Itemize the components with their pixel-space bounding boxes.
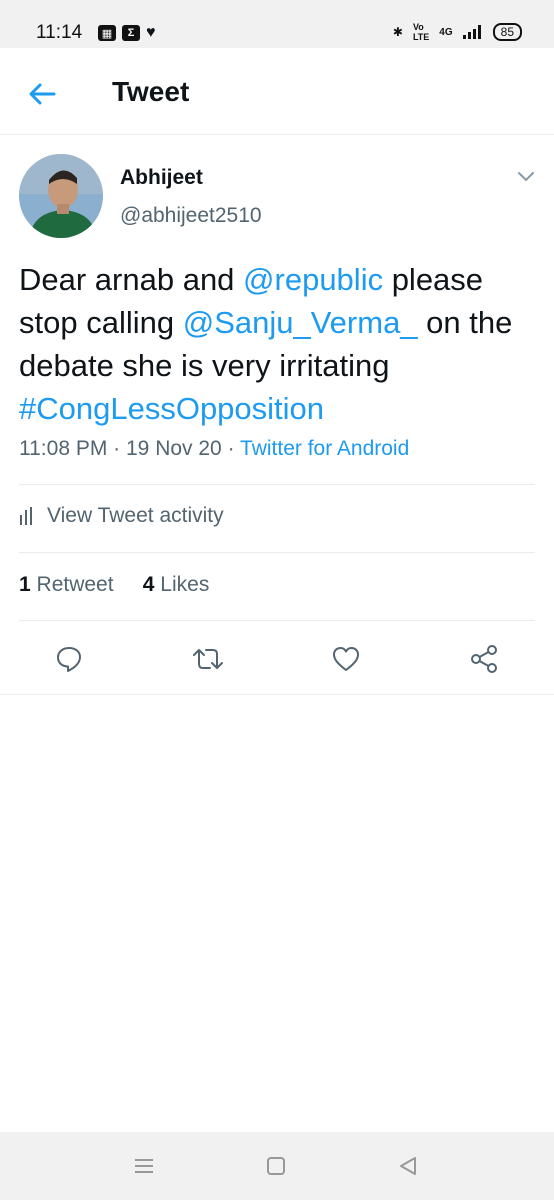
tweet-stats: 1 Retweet 4 Likes [19,573,209,597]
reply-button[interactable] [49,637,89,681]
meta-separator: · [113,437,126,460]
system-nav-bar [0,1132,554,1200]
bluetooth-icon: ✱ [392,25,403,39]
nav-home-button[interactable] [264,1154,292,1178]
avatar-image [19,154,103,238]
battery-icon: 85 [492,23,522,41]
tweet-options-button[interactable] [514,164,538,188]
sigma-app-icon: Σ [122,25,140,41]
top-bar: Tweet [0,48,554,135]
tweet-meta: 11:08 PM · 19 Nov 20 · Twitter for Andro… [19,437,409,461]
nav-menu-button[interactable] [132,1154,160,1178]
nav-menu-icon [135,1159,153,1173]
status-right-icons: ✱ Vo LTE 4G 85 [393,22,522,42]
likes-stat[interactable]: 4 Likes [143,573,210,596]
retweets-count: 1 [19,573,31,596]
status-time: 11:14 [36,22,83,43]
view-activity-button[interactable]: View Tweet activity [19,504,224,528]
like-icon [333,647,359,671]
likes-label: Likes [160,573,210,596]
page-title: Tweet [112,76,190,107]
retweet-icon [193,649,223,669]
tweet-author: Abhijeet @abhijeet2510 [0,150,554,246]
author-handle[interactable]: @abhijeet2510 [120,204,262,228]
like-button[interactable] [326,637,366,681]
status-notification-icons: ▦ Σ ♥ [98,24,156,42]
back-button[interactable] [24,76,60,112]
retweets-stat[interactable]: 1 Retweet [19,573,114,596]
chevron-down-icon [518,172,534,182]
nav-home-icon [267,1157,285,1175]
retweet-button[interactable] [188,637,228,681]
status-bar: 11:14 ▦ Σ ♥ ✱ Vo LTE 4G 85 [0,0,554,48]
signal-icon [462,25,481,39]
volte-icon: Vo LTE [412,22,430,42]
tweet-source-link[interactable]: Twitter for Android [240,437,409,460]
bar-chart-icon [20,507,32,525]
share-icon [471,645,497,673]
author-name[interactable]: Abhijeet [120,166,203,190]
share-button[interactable] [464,637,504,681]
divider [19,552,535,553]
divider [19,484,535,485]
heart-status-icon: ♥ [146,24,156,41]
tweet-text: Dear arnab and @republic please stop cal… [19,258,539,430]
notification-app-icon: ▦ [98,25,116,41]
view-activity-label: View Tweet activity [47,504,224,527]
network-type: 4G [439,26,453,38]
mention-republic[interactable]: @republic [243,262,383,297]
tweet-text-part: Dear arnab and [19,262,244,297]
nav-back-button[interactable] [396,1154,424,1178]
tweet-time: 11:08 PM [19,437,108,460]
mention-sanju-verma[interactable]: @Sanju_Verma_ [183,305,418,340]
back-arrow-icon [29,83,56,105]
reply-icon [57,647,81,672]
hashtag-link[interactable]: #CongLessOpposition [19,391,324,426]
nav-back-icon [400,1157,416,1175]
meta-separator: · [227,437,241,460]
divider [19,620,535,621]
divider [0,694,554,695]
avatar[interactable] [19,154,103,238]
tweet-date: 19 Nov 20 [126,437,222,460]
retweets-label: Retweet [36,573,114,596]
likes-count: 4 [142,573,155,596]
tweet-actions [0,637,554,681]
